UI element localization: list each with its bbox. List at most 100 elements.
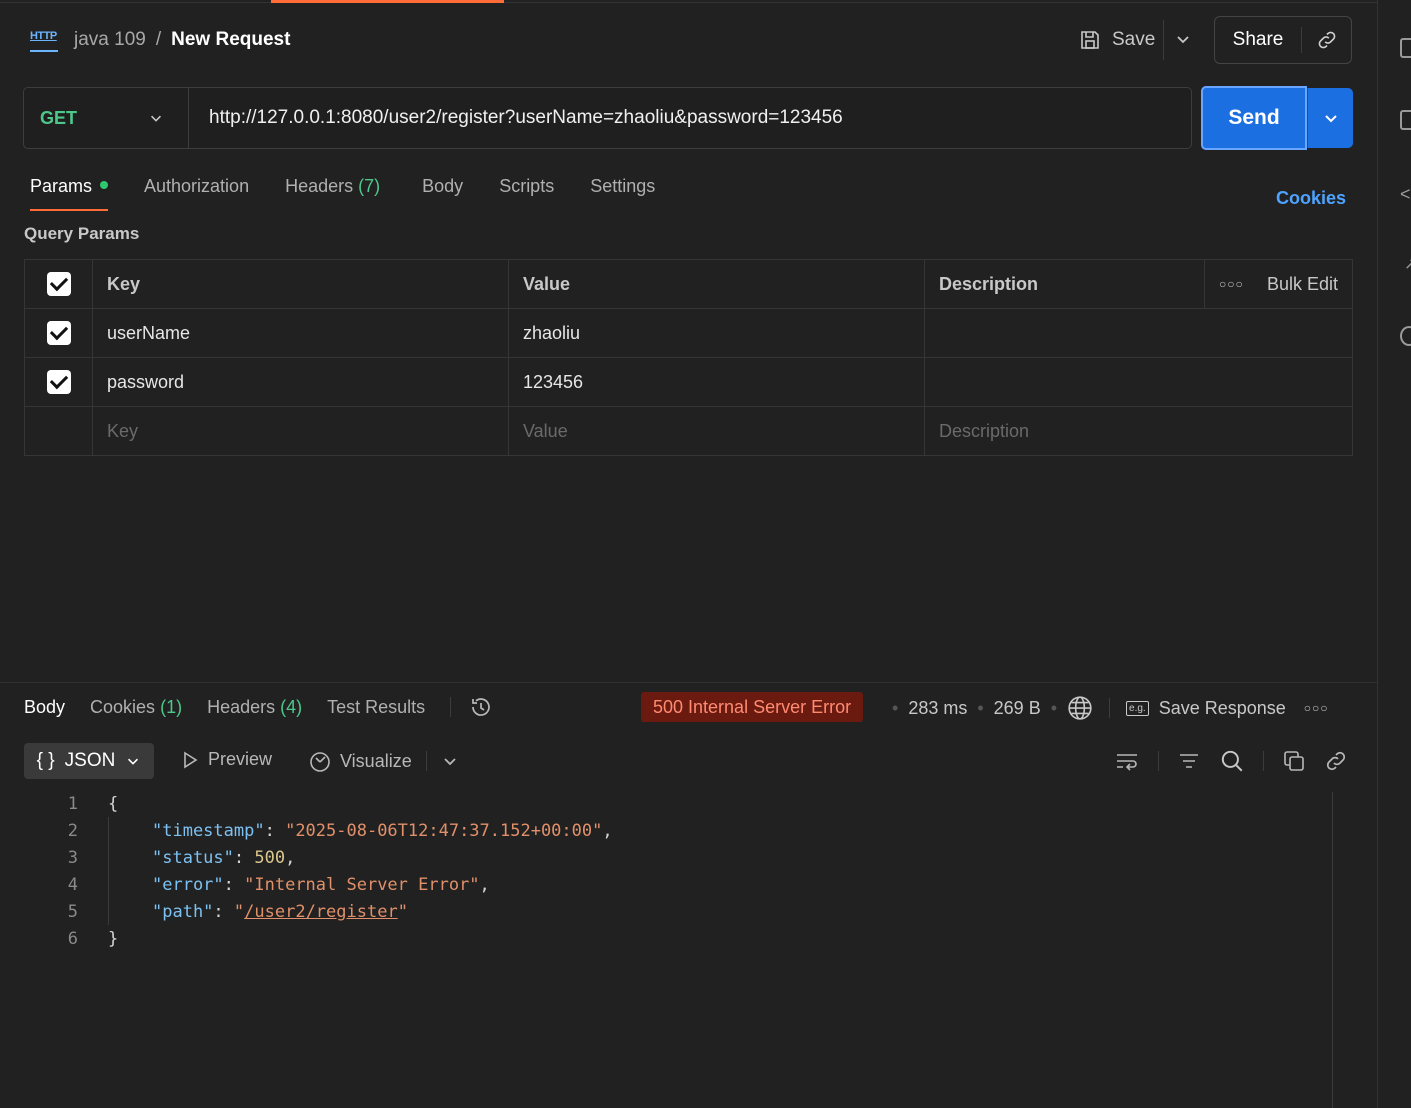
row-checkbox-cell — [24, 357, 93, 407]
cookies-link[interactable]: Cookies — [1276, 188, 1346, 209]
param-key[interactable]: userName — [92, 308, 509, 358]
json-number-value: 500 — [254, 847, 286, 868]
code-icon[interactable]: < — [1400, 184, 1411, 205]
param-description[interactable] — [924, 357, 1353, 407]
cookies-count: (1) — [160, 696, 183, 717]
line-number: 3 — [67, 847, 78, 868]
code-line: 3 "status": 500, — [0, 844, 1330, 871]
visualize-button[interactable]: Visualize — [308, 749, 459, 773]
save-label: Save — [1112, 29, 1156, 50]
response-body-editor[interactable]: 1 { 2 "timestamp": "2025-08-06T12:47:37.… — [0, 790, 1330, 952]
response-divider — [0, 682, 1377, 683]
json-key: "error" — [152, 874, 224, 895]
code-line: 4 "error": "Internal Server Error", — [0, 871, 1330, 898]
more-options-icon[interactable]: ○○○ — [1304, 701, 1329, 715]
wrap-lines-icon[interactable] — [1114, 749, 1140, 773]
toolbar-divider — [1158, 751, 1159, 771]
row-checkbox[interactable] — [46, 321, 71, 345]
format-select[interactable]: { } JSON — [24, 743, 154, 779]
new-description-input[interactable]: Description — [924, 406, 1353, 456]
table-row-new: Key Value Description — [24, 406, 1353, 456]
row-checkbox[interactable] — [46, 370, 71, 394]
comments-icon[interactable] — [1400, 110, 1411, 130]
example-icon: e.g. — [1126, 700, 1149, 716]
chevron-down-icon[interactable] — [441, 752, 459, 770]
globe-icon[interactable] — [1067, 695, 1093, 721]
url-input[interactable]: http://127.0.0.1:8080/user2/register?use… — [189, 107, 843, 129]
table-row: userName zhaoliu — [24, 308, 1353, 358]
info-icon[interactable] — [1400, 326, 1411, 346]
method-select[interactable]: GET — [24, 88, 189, 148]
preview-button[interactable]: Preview — [180, 749, 272, 770]
save-options-dropdown[interactable] — [1174, 30, 1192, 48]
tabs-divider — [450, 697, 452, 717]
play-icon — [184, 751, 198, 768]
param-key[interactable]: password — [92, 357, 509, 407]
chevron-down-icon — [1324, 115, 1337, 123]
breadcrumb-collection[interactable]: java 109 — [74, 29, 146, 51]
response-tab-test-results[interactable]: Test Results — [327, 697, 425, 718]
tab-params-label: Params — [30, 176, 93, 196]
editor-scrollbar[interactable] — [1332, 792, 1352, 1108]
copy-icon[interactable] — [1282, 749, 1306, 773]
param-value[interactable]: zhaoliu — [508, 308, 925, 358]
request-title[interactable]: New Request — [171, 29, 290, 51]
status-badge[interactable]: 500 Internal Server Error — [641, 692, 864, 722]
tab-settings[interactable]: Settings — [590, 176, 655, 211]
response-size[interactable]: 269 B — [994, 698, 1041, 719]
meta-divider — [1109, 698, 1111, 718]
line-number: 5 — [67, 901, 78, 922]
meta-bullet: • — [1050, 697, 1058, 718]
select-all-checkbox[interactable] — [46, 272, 71, 296]
related-icon[interactable]: ↗ — [1404, 254, 1411, 274]
documentation-icon[interactable] — [1400, 38, 1411, 58]
json-key: "status" — [152, 847, 234, 868]
chevron-down-icon — [1177, 36, 1189, 44]
link-icon[interactable] — [1324, 749, 1348, 773]
new-value-input[interactable]: Value — [508, 406, 925, 456]
response-time[interactable]: 283 ms — [908, 698, 967, 719]
json-path-link[interactable]: /user2/register — [244, 902, 398, 922]
tab-headers[interactable]: Headers (7) — [285, 176, 380, 211]
response-tabs: Body Cookies (1) Headers (4) Test Result… — [24, 695, 493, 719]
tab-params[interactable]: Params — [30, 176, 109, 211]
breadcrumb-separator: / — [155, 29, 162, 50]
new-key-input[interactable]: Key — [92, 406, 509, 456]
save-button[interactable]: Save — [1078, 26, 1155, 54]
tab-scripts[interactable]: Scripts — [499, 176, 554, 211]
preview-label: Preview — [208, 749, 273, 769]
line-number: 1 — [67, 793, 78, 814]
response-tab-body[interactable]: Body — [24, 697, 65, 718]
param-description[interactable] — [924, 308, 1353, 358]
code-line: 2 "timestamp": "2025-08-06T12:47:37.152+… — [0, 817, 1330, 844]
json-key: "path" — [152, 901, 214, 922]
row-checkbox-cell — [24, 308, 93, 358]
response-tab-headers[interactable]: Headers (4) — [207, 697, 302, 718]
param-value[interactable]: 123456 — [508, 357, 925, 407]
more-options-icon[interactable]: ○○○ — [1219, 277, 1244, 291]
json-close-brace: } — [108, 928, 119, 949]
value-column-header: Value — [508, 259, 925, 309]
json-open-brace: { — [108, 793, 119, 814]
empty-checkbox-cell — [24, 406, 93, 456]
request-tabs: Params Authorization Headers (7) Body Sc… — [30, 176, 691, 211]
tab-body[interactable]: Body — [422, 176, 463, 211]
table-row: password 123456 — [24, 357, 1353, 407]
search-icon[interactable] — [1219, 748, 1245, 774]
bulk-edit-cell: ○○○ Bulk Edit — [1204, 259, 1353, 309]
tab-authorization[interactable]: Authorization — [144, 176, 249, 211]
history-icon[interactable] — [469, 695, 493, 719]
save-response-label: Save Response — [1158, 697, 1286, 718]
send-button[interactable]: Send — [1201, 86, 1307, 150]
format-label: JSON — [64, 750, 116, 771]
response-tab-cookies[interactable]: Cookies (1) — [90, 697, 182, 718]
visualize-label: Visualize — [340, 750, 412, 771]
send-options-dropdown[interactable] — [1307, 88, 1353, 148]
bulk-edit-button[interactable]: Bulk Edit — [1267, 274, 1338, 295]
copy-link-button[interactable] — [1302, 29, 1351, 51]
line-number: 4 — [67, 874, 78, 895]
query-params-table: Key Value Description ○○○ Bulk Edit user… — [24, 259, 1353, 456]
filter-icon[interactable] — [1177, 749, 1201, 773]
share-button[interactable]: Share — [1215, 29, 1301, 51]
save-response-button[interactable]: e.g. Save Response — [1126, 698, 1286, 719]
